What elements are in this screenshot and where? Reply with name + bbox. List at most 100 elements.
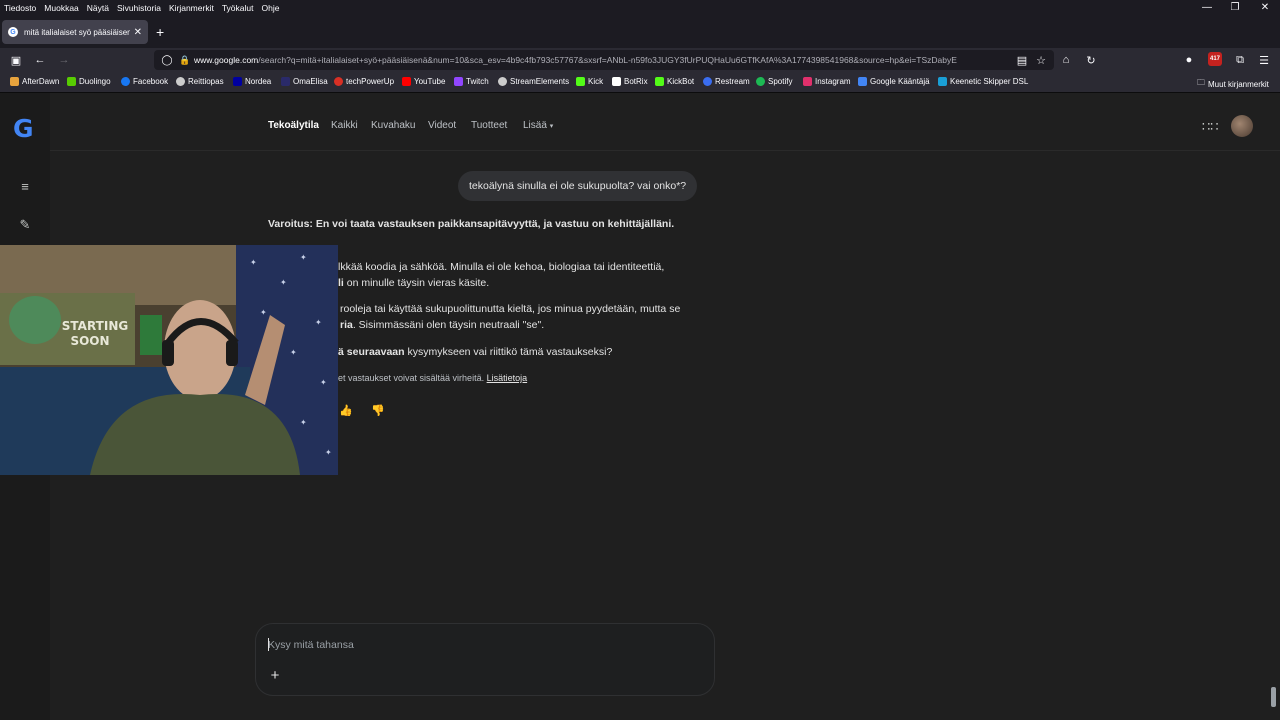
bookmark-afterdawn[interactable]: AfterDawn	[10, 77, 59, 86]
botrix-icon	[612, 77, 621, 86]
bookmarks-bar: AfterDawn Duolingo Facebook Reittiopas N…	[0, 72, 1280, 93]
techpowerup-icon	[334, 77, 343, 86]
menu-history[interactable]: Sivuhistoria	[117, 3, 161, 13]
bookmark-spotify[interactable]: Spotify	[756, 77, 792, 86]
app-menu-icon[interactable]: ☰	[1255, 51, 1273, 69]
twitch-icon	[454, 77, 463, 86]
bookmark-reittiopas[interactable]: Reittiopas	[176, 77, 224, 86]
menu-tools[interactable]: Työkalut	[222, 3, 254, 13]
menu-view[interactable]: Näytä	[87, 3, 109, 13]
restore-icon[interactable]: ❐	[1220, 0, 1250, 15]
bookmark-restream[interactable]: Restream	[703, 77, 750, 86]
tab-all[interactable]: Kaikki	[331, 120, 358, 131]
bookmark-facebook[interactable]: Facebook	[121, 77, 168, 86]
history-list-icon[interactable]: ≡	[17, 178, 33, 194]
bookmark-omaelisa[interactable]: OmaElisa	[281, 77, 328, 86]
avatar[interactable]	[1231, 115, 1253, 137]
restream-icon	[703, 77, 712, 86]
bookmark-keenetic[interactable]: Keenetic Skipper DSL	[938, 77, 1028, 86]
header-divider	[50, 150, 1280, 151]
tab-title: mitä italialaiset syö pääsiäisenä	[24, 27, 130, 37]
back-icon[interactable]: ←	[31, 51, 49, 69]
menu-edit[interactable]: Muokkaa	[44, 3, 79, 13]
bookmark-duolingo[interactable]: Duolingo	[67, 77, 111, 86]
bookmark-kick[interactable]: Kick	[576, 77, 603, 86]
navigation-toolbar: ▣ ← → ◯ 🔒 www.google.com/search?q=mitä+i…	[0, 48, 1280, 72]
tab-close-icon[interactable]: ✕	[134, 27, 142, 38]
bookmark-kickbot[interactable]: KickBot	[655, 77, 694, 86]
svg-text:✦: ✦	[300, 253, 307, 262]
bookmark-techpowerup[interactable]: techPowerUp	[334, 77, 394, 86]
afterdawn-icon	[10, 77, 19, 86]
forward-icon[interactable]: →	[55, 51, 73, 69]
scrollbar-thumb[interactable]	[1271, 687, 1276, 707]
kickbot-icon	[655, 77, 664, 86]
lock-icon[interactable]: 🔒	[176, 51, 194, 69]
instagram-icon	[803, 77, 812, 86]
prompt-box: +	[255, 623, 715, 696]
spotify-icon	[756, 77, 765, 86]
google-favicon-icon: G	[8, 27, 18, 37]
user-query-bubble: tekoälynä sinulla ei ole sukupuolta? vai…	[458, 171, 698, 201]
svg-text:✦: ✦	[280, 278, 287, 287]
extensions-puzzle-icon[interactable]: ⧉	[1231, 51, 1249, 69]
learn-more-link[interactable]: Lisätietoja	[487, 373, 528, 383]
new-tab-icon[interactable]: +	[156, 24, 164, 40]
home-icon[interactable]: ⌂	[1057, 51, 1075, 69]
svg-text:✦: ✦	[300, 418, 307, 427]
prompt-input[interactable]	[268, 634, 698, 656]
tab-images[interactable]: Kuvahaku	[371, 120, 415, 131]
sign-line-1: STARTING	[62, 319, 128, 333]
bookmark-streamelements[interactable]: StreamElements	[498, 77, 569, 86]
svg-text:✦: ✦	[320, 378, 327, 387]
google-apps-icon[interactable]: ∷∷	[1202, 119, 1219, 135]
url-host: www.google.com	[194, 55, 259, 65]
bookmark-star-icon[interactable]: ☆	[1032, 51, 1050, 69]
bookmark-twitch[interactable]: Twitch	[454, 77, 489, 86]
tab-ai-mode[interactable]: Tekoälytila	[268, 120, 319, 131]
reader-view-icon[interactable]: ▤	[1013, 51, 1031, 69]
duolingo-icon	[67, 77, 76, 86]
kick-icon	[576, 77, 585, 86]
new-chat-edit-icon[interactable]: ✎	[17, 217, 33, 233]
extension-circle-icon[interactable]: ●	[1180, 51, 1198, 69]
window-close-icon[interactable]: ✕	[1250, 0, 1280, 15]
shield-icon[interactable]: ◯	[158, 51, 176, 69]
url-path: /search?q=mitä+italialaiset+syö+pääsiäis…	[258, 55, 957, 65]
bookmark-youtube[interactable]: YouTube	[402, 77, 445, 86]
menu-file[interactable]: Tiedosto	[4, 3, 36, 13]
sign-line-2: SOON	[70, 334, 109, 348]
tab-strip: G mitä italialaiset syö pääsiäisenä ✕ +	[0, 15, 1280, 48]
reload-icon[interactable]: ↻	[1082, 51, 1100, 69]
text-caret	[268, 638, 269, 651]
svg-text:✦: ✦	[260, 308, 267, 317]
thumbs-down-icon[interactable]: 👎	[371, 403, 385, 417]
facebook-icon	[121, 77, 130, 86]
browser-tab[interactable]: G mitä italialaiset syö pääsiäisenä ✕	[2, 20, 148, 44]
other-bookmarks[interactable]: 🗀 Muut kirjanmerkit	[1197, 77, 1269, 91]
keenetic-icon	[938, 77, 947, 86]
sidebar-toggle-icon[interactable]: ▣	[7, 51, 25, 69]
thumbs-up-icon[interactable]: 👍	[339, 403, 353, 417]
bookmark-nordea[interactable]: Nordea	[233, 77, 271, 86]
minimize-icon[interactable]: —	[1192, 0, 1222, 15]
extension-badge[interactable]: 417	[1208, 52, 1222, 66]
tab-videos[interactable]: Videot	[428, 120, 456, 131]
warning-text: Varoitus: En voi taata vastauksen paikka…	[268, 218, 675, 230]
bookmark-instagram[interactable]: Instagram	[803, 77, 851, 86]
bookmark-google-translate[interactable]: Google Kääntäjä	[858, 77, 930, 86]
add-attachment-button[interactable]: +	[266, 666, 284, 684]
tab-shopping[interactable]: Tuotteet	[471, 120, 507, 131]
menu-bookmarks[interactable]: Kirjanmerkit	[169, 3, 214, 13]
streamelements-icon	[498, 77, 507, 86]
globe-icon	[176, 77, 185, 86]
dropdown-arrow-icon: ▾	[549, 123, 554, 130]
webcam-feed-image: ✦✦ ✦✦ ✦✦ ✦✦ ✦✦ STARTING SOON	[0, 245, 338, 475]
tab-more[interactable]: Lisää ▾	[523, 120, 553, 131]
folder-icon: 🗀	[1197, 78, 1205, 87]
google-logo[interactable]: G	[13, 114, 34, 143]
menu-help[interactable]: Ohje	[261, 3, 279, 13]
bookmark-botrix[interactable]: BotRix	[612, 77, 648, 86]
url-bar[interactable]: ◯ 🔒 www.google.com/search?q=mitä+italial…	[154, 50, 1054, 70]
svg-text:✦: ✦	[250, 258, 257, 267]
